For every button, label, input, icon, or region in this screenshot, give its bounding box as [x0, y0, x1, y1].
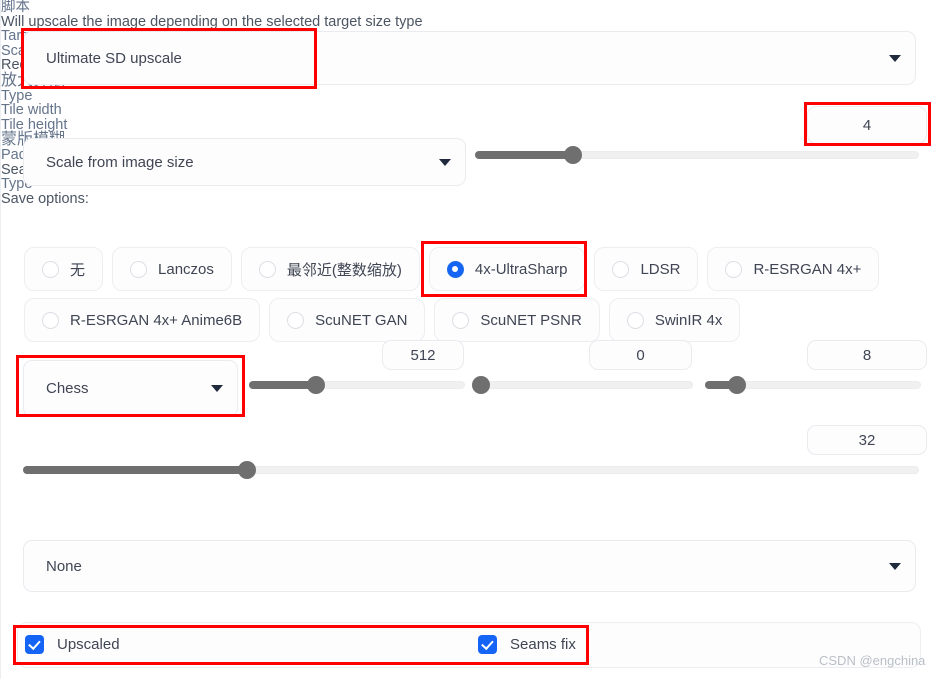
- chevron-down-icon: [439, 158, 451, 166]
- type-label: Type: [1, 87, 33, 104]
- radio-option-scunet-gan[interactable]: ScuNET GAN: [269, 298, 426, 342]
- mask-blur-slider[interactable]: [705, 376, 921, 394]
- radio-label: 无: [70, 261, 86, 279]
- radio-icon: [725, 260, 743, 278]
- upscaler-radio-row-2: R-ESRGAN 4x+ Anime6B ScuNET GAN ScuNET P…: [24, 298, 741, 342]
- radio-label: R-ESRGAN 4x+ Anime6B: [70, 311, 243, 329]
- ultimate-sd-upscale-panel: 脚本 Ultimate SD upscale Will upscale the …: [0, 0, 940, 679]
- upscaler-radio-row-1: 无 Lanczos 最邻近(整数缩放) 4x-UltraSharp LDSR R…: [24, 247, 880, 291]
- radio-label: ScuNET GAN: [315, 311, 408, 329]
- radio-icon-checked: [446, 260, 464, 278]
- padding-slider-thumb[interactable]: [238, 461, 256, 479]
- radio-label: SwinIR 4x: [654, 311, 723, 329]
- radio-label: 最邻近(整数缩放): [286, 261, 402, 279]
- radio-option-none[interactable]: 无: [24, 247, 104, 291]
- tile-width-slider-fill: [249, 381, 316, 389]
- radio-option-r-esrgan-4x[interactable]: R-ESRGAN 4x+: [707, 247, 880, 291]
- chevron-down-icon: [889, 562, 901, 570]
- seams-fix-type-select[interactable]: None: [23, 540, 916, 592]
- radio-icon: [130, 260, 148, 278]
- radio-option-lanczos[interactable]: Lanczos: [112, 247, 232, 291]
- mask-blur-input[interactable]: 8: [807, 340, 927, 370]
- tile-height-slider-track: [477, 381, 693, 389]
- checkbox-seams-fix-label: Seams fix: [510, 636, 576, 653]
- tile-height-input[interactable]: 0: [589, 340, 692, 370]
- padding-slider-fill: [23, 466, 247, 474]
- save-options-group: [17, 622, 921, 668]
- checkbox-seams-fix[interactable]: Seams fix: [478, 635, 576, 654]
- script-label: 脚本: [1, 0, 30, 15]
- padding-input[interactable]: 32: [807, 425, 927, 455]
- radio-option-ldsr[interactable]: LDSR: [594, 247, 699, 291]
- radio-label: 4x-UltraSharp: [474, 260, 568, 278]
- radio-icon: [42, 311, 59, 329]
- radio-label: LDSR: [640, 260, 681, 278]
- radio-icon: [612, 260, 630, 278]
- checkbox-upscaled-label: Upscaled: [57, 636, 120, 653]
- radio-icon: [452, 311, 470, 329]
- tile-width-slider-thumb[interactable]: [307, 376, 325, 394]
- type-select[interactable]: Chess: [23, 360, 238, 417]
- watermark: CSDN @engchina: [819, 653, 926, 668]
- type-select-value: Chess: [46, 380, 89, 397]
- radio-label: R-ESRGAN 4x+: [753, 260, 862, 278]
- radio-option-scunet-psnr[interactable]: ScuNET PSNR: [434, 298, 600, 342]
- scale-value-input[interactable]: 4: [807, 106, 927, 144]
- radio-option-swinir-4x[interactable]: SwinIR 4x: [608, 298, 741, 342]
- save-options-heading: Save options:: [1, 190, 89, 207]
- radio-label: ScuNET PSNR: [480, 311, 582, 329]
- tile-height-slider[interactable]: [472, 376, 693, 394]
- radio-icon: [287, 311, 305, 329]
- tile-height-label: Tile height: [1, 116, 68, 133]
- target-size-type-select[interactable]: Scale from image size: [23, 138, 466, 186]
- tile-height-slider-thumb[interactable]: [472, 376, 490, 394]
- radio-icon: [626, 311, 644, 329]
- checkbox-upscaled[interactable]: Upscaled: [25, 635, 120, 654]
- radio-label: Lanczos: [158, 260, 214, 278]
- seams-fix-type-value: None: [46, 557, 82, 575]
- mask-blur-slider-thumb[interactable]: [728, 376, 746, 394]
- padding-slider[interactable]: [23, 461, 919, 479]
- tile-width-input[interactable]: 512: [382, 340, 464, 370]
- checkbox-checked-icon[interactable]: [478, 635, 497, 654]
- radio-option-4x-ultrasharp[interactable]: 4x-UltraSharp: [428, 247, 586, 291]
- script-select[interactable]: Ultimate SD upscale: [23, 31, 916, 85]
- scale-slider[interactable]: [475, 146, 919, 164]
- chevron-down-icon: [889, 54, 901, 62]
- checkbox-checked-icon[interactable]: [25, 635, 44, 654]
- tile-width-label: Tile width: [1, 102, 62, 118]
- radio-option-r-esrgan-anime6b[interactable]: R-ESRGAN 4x+ Anime6B: [24, 298, 261, 342]
- tile-width-slider[interactable]: [249, 376, 465, 394]
- radio-icon: [258, 260, 276, 278]
- script-description: Will upscale the image depending on the …: [1, 13, 423, 30]
- chevron-down-icon: [211, 385, 223, 392]
- script-select-value: Ultimate SD upscale: [46, 49, 182, 67]
- target-size-type-value: Scale from image size: [46, 153, 194, 171]
- scale-slider-fill: [475, 151, 573, 159]
- scale-slider-thumb[interactable]: [564, 146, 582, 164]
- radio-option-nearest[interactable]: 最邻近(整数缩放): [240, 247, 420, 291]
- radio-icon: [42, 260, 59, 278]
